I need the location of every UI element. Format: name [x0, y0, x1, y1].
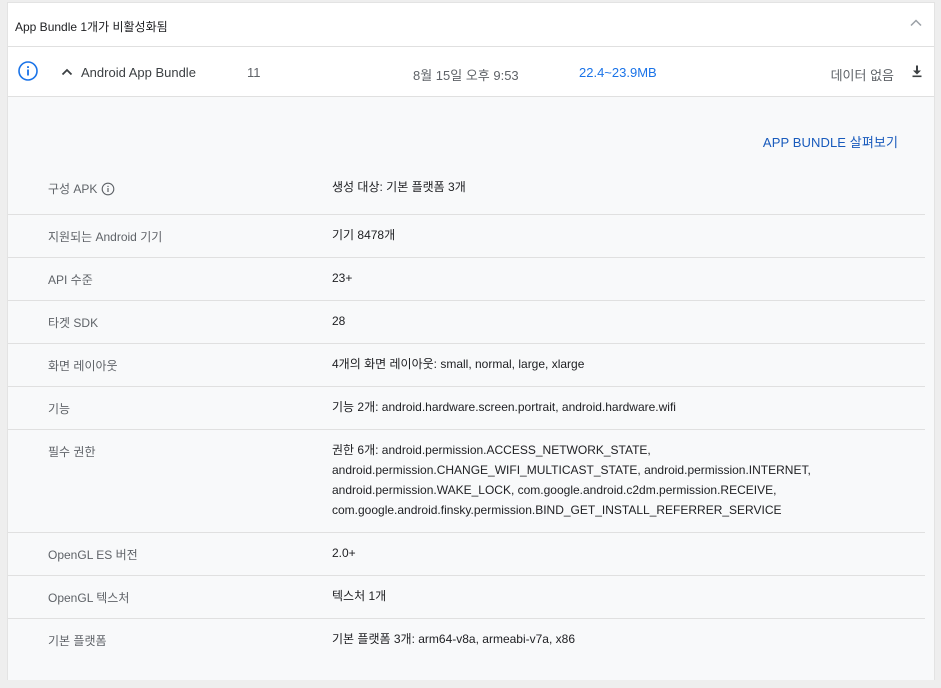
spec-value: 2.0+ — [332, 546, 356, 560]
section-header: App Bundle 1개가 비활성화됨 — [8, 3, 934, 47]
explore-app-bundle-link[interactable]: APP BUNDLE 살펴보기 — [763, 132, 898, 151]
spec-row-screen-layouts: 화면 레이아웃 4개의 화면 레이아웃: small, normal, larg… — [8, 344, 925, 387]
spec-label: OpenGL ES 버전 — [48, 548, 138, 562]
permission-line: com.google.android.finsky.permission.BIN… — [332, 503, 782, 517]
spec-label: 화면 레이아웃 — [48, 359, 118, 373]
spec-row-opengl-textures: OpenGL 텍스처 텍스처 1개 — [8, 576, 925, 619]
download-icon[interactable] — [910, 64, 924, 78]
spec-label: 기능 — [48, 402, 71, 416]
spec-value: 텍스처 1개 — [332, 589, 387, 603]
spec-label: 타겟 SDK — [48, 316, 99, 330]
chevron-up-icon — [61, 68, 73, 76]
spec-value: 28 — [332, 314, 346, 328]
bundle-details-panel: APP BUNDLE 살펴보기 구성 APK 생성 대상: 기본 플랫폼 3개 … — [8, 97, 934, 680]
spec-value: 생성 대상: 기본 플랫폼 3개 — [332, 180, 466, 194]
spec-row-api-level: API 수준 23+ — [8, 258, 925, 301]
section-title: App Bundle 1개가 비활성화됨 — [15, 20, 168, 34]
spec-row-native-platforms: 기본 플랫폼 기본 플랫폼 3개: arm64-v8a, armeabi-v7a… — [8, 619, 925, 662]
spec-row-features: 기능 기능 2개: android.hardware.screen.portra… — [8, 387, 925, 430]
spec-label: 필수 권한 — [48, 445, 96, 459]
chevron-up-icon[interactable] — [908, 15, 924, 31]
spec-row-config-apk: 구성 APK 생성 대상: 기본 플랫폼 3개 — [8, 167, 925, 215]
spec-value: 권한 6개: android.permission.ACCESS_NETWORK… — [332, 440, 865, 520]
spec-label: 지원되는 Android 기기 — [48, 230, 163, 244]
bundle-expand-toggle[interactable]: Android App Bundle — [60, 63, 196, 81]
spec-value: 4개의 화면 레이아웃: small, normal, large, xlarg… — [332, 357, 585, 371]
spec-label: OpenGL 텍스처 — [48, 591, 130, 605]
spec-value: 23+ — [332, 271, 353, 285]
spec-label: API 수준 — [48, 273, 93, 287]
spec-value: 기능 2개: android.hardware.screen.portrait,… — [332, 400, 676, 414]
info-icon[interactable] — [17, 60, 39, 82]
spec-row-opengl-version: OpenGL ES 버전 2.0+ — [8, 533, 925, 576]
spec-row-permissions: 필수 권한 권한 6개: android.permission.ACCESS_N… — [8, 430, 925, 533]
bundle-size: 22.4~23.9MB — [579, 65, 657, 80]
permission-line: android.permission.WAKE_LOCK, com.google… — [332, 483, 777, 497]
spec-table: 구성 APK 생성 대상: 기본 플랫폼 3개 지원되는 Android 기기 … — [8, 167, 925, 662]
spec-value: 기기 8478개 — [332, 228, 396, 242]
app-bundle-card: App Bundle 1개가 비활성화됨 Android App Bundle … — [7, 2, 935, 680]
bundle-row[interactable]: Android App Bundle 11 8월 15일 오후 9:53 22.… — [8, 47, 934, 97]
permission-line: 권한 6개: android.permission.ACCESS_NETWORK… — [332, 443, 651, 457]
spec-row-supported-devices: 지원되는 Android 기기 기기 8478개 — [8, 215, 925, 258]
permission-line: android.permission.CHANGE_WIFI_MULTICAST… — [332, 463, 811, 477]
spec-value: 기본 플랫폼 3개: arm64-v8a, armeabi-v7a, x86 — [332, 632, 575, 646]
bundle-version: 11 — [247, 65, 261, 80]
info-icon[interactable] — [101, 182, 115, 196]
spec-label: 기본 플랫폼 — [48, 634, 107, 648]
spec-label: 구성 APK — [48, 180, 115, 197]
spec-row-target-sdk: 타겟 SDK 28 — [8, 301, 925, 344]
bundle-date: 8월 15일 오후 9:53 — [413, 68, 519, 83]
bundle-name: Android App Bundle — [81, 64, 196, 80]
bundle-data-status: 데이터 없음 — [830, 68, 894, 83]
